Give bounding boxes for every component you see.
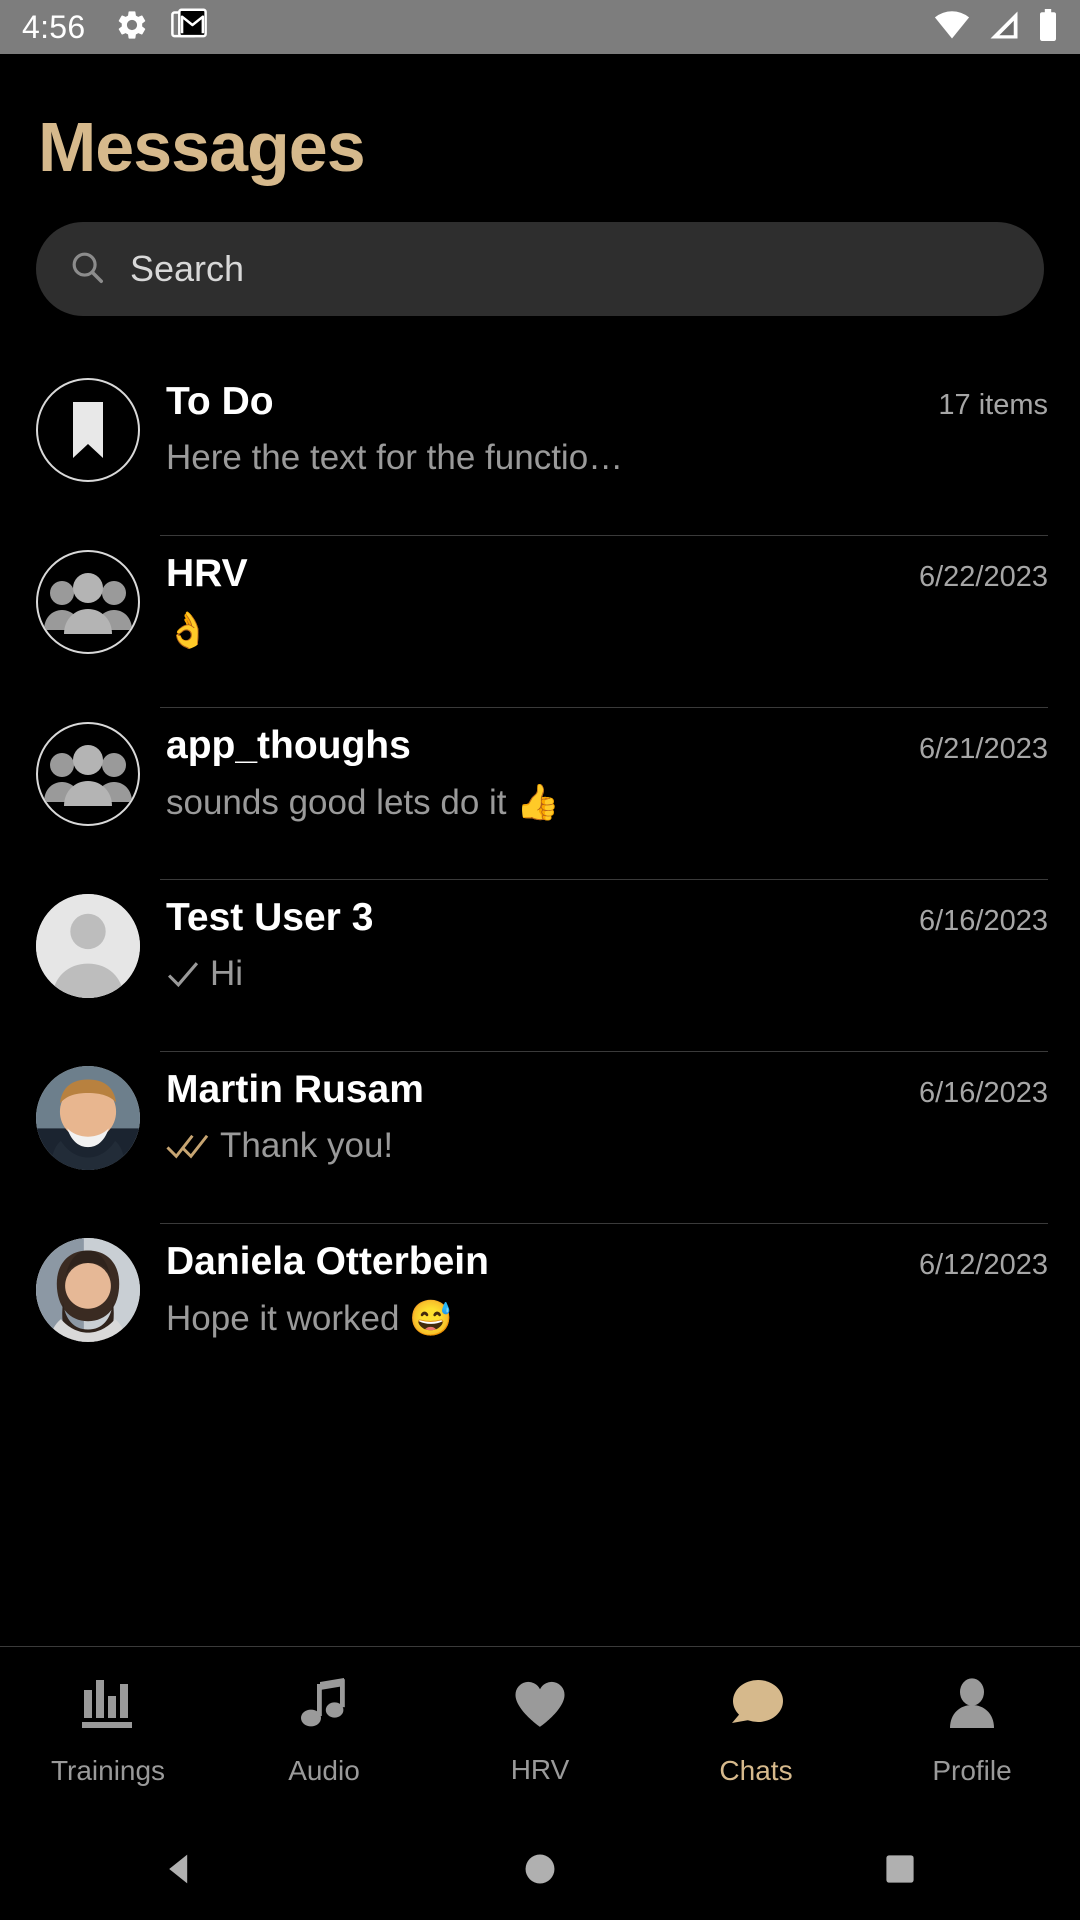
- music-note-icon: [298, 1678, 350, 1735]
- tab-trainings[interactable]: Trainings: [0, 1678, 216, 1787]
- chat-list-item[interactable]: To Do 17 items Here the text for the fun…: [0, 364, 1080, 536]
- chat-meta: 6/16/2023: [918, 905, 1048, 937]
- search-section: Search: [0, 182, 1080, 316]
- chat-name: Martin Rusam: [166, 1068, 424, 1111]
- chat-meta: 17 items: [938, 389, 1048, 421]
- group-avatar: [36, 722, 140, 826]
- chat-meta: 6/16/2023: [918, 1077, 1048, 1109]
- chat-name: app_thoughs: [166, 724, 411, 767]
- chat-preview: Here the text for the functio…: [166, 438, 624, 477]
- recents-square-icon[interactable]: [720, 1853, 1080, 1885]
- bookmark-avatar: [36, 378, 140, 482]
- person-avatar: [36, 894, 140, 998]
- bar-chart-icon: [80, 1678, 136, 1735]
- tab-hrv[interactable]: HRV: [432, 1679, 648, 1786]
- chat-preview: Hi: [210, 954, 244, 993]
- status-bar-clock: 4:56: [22, 8, 86, 45]
- person-icon: [947, 1678, 997, 1735]
- bottom-tab-bar: Trainings Audio HRV Chats Profile: [0, 1646, 1080, 1818]
- group-avatar: [36, 550, 140, 654]
- chat-meta: 6/22/2023: [918, 561, 1048, 593]
- tab-label: Trainings: [50, 1755, 166, 1786]
- messages-screen: 4:56 Messages Search To Do 17 items Here…: [0, 0, 1080, 1920]
- battery-icon: [1038, 8, 1058, 46]
- home-circle-icon[interactable]: [360, 1852, 720, 1886]
- chat-preview: Hope it worked 😅: [166, 1299, 453, 1338]
- chat-name: To Do: [166, 380, 274, 423]
- chat-meta: 6/21/2023: [918, 733, 1048, 765]
- back-triangle-icon[interactable]: [0, 1851, 360, 1887]
- chat-name: Daniela Otterbein: [166, 1240, 489, 1283]
- settings-gear-icon: [115, 8, 149, 47]
- chat-preview: sounds good lets do it 👍: [166, 783, 560, 822]
- photo-avatar: [36, 1066, 140, 1170]
- chat-list-item[interactable]: HRV 6/22/2023 👌: [0, 536, 1080, 708]
- chat-meta: 6/12/2023: [918, 1249, 1048, 1281]
- gmail-icon: [171, 8, 208, 47]
- speech-bubble-icon: [727, 1678, 785, 1735]
- page-title: Messages: [38, 108, 366, 186]
- wifi-icon: [934, 10, 970, 45]
- tab-label: Profile: [932, 1755, 1012, 1786]
- chat-list-item[interactable]: app_thoughs 6/21/2023 sounds good lets d…: [0, 708, 1080, 880]
- double-check-icon: [166, 1132, 210, 1160]
- tab-profile[interactable]: Profile: [864, 1678, 1080, 1787]
- chat-name: HRV: [166, 552, 248, 595]
- chat-list-item[interactable]: Test User 3 6/16/2023 Hi: [0, 880, 1080, 1052]
- tab-label: HRV: [510, 1754, 570, 1785]
- single-check-icon: [166, 960, 200, 988]
- chat-preview: Thank you!: [220, 1126, 394, 1165]
- chat-list-item[interactable]: Martin Rusam 6/16/2023 Thank you!: [0, 1052, 1080, 1224]
- chat-name: Test User 3: [166, 896, 374, 939]
- chat-list: To Do 17 items Here the text for the fun…: [0, 364, 1080, 1396]
- tab-audio[interactable]: Audio: [216, 1678, 432, 1787]
- android-nav-bar: [0, 1818, 1080, 1920]
- chat-preview: 👌: [166, 611, 210, 650]
- search-icon: [68, 248, 106, 291]
- chat-list-item[interactable]: Daniela Otterbein 6/12/2023 Hope it work…: [0, 1224, 1080, 1396]
- tab-label: Chats: [719, 1755, 793, 1786]
- heart-icon: [513, 1679, 567, 1734]
- search-input[interactable]: Search: [36, 222, 1044, 316]
- tab-chats[interactable]: Chats: [648, 1678, 864, 1787]
- tab-label: Audio: [288, 1755, 360, 1786]
- cellular-signal-icon: [987, 10, 1021, 45]
- search-placeholder: Search: [130, 248, 245, 289]
- photo-avatar: [36, 1238, 140, 1342]
- status-bar: 4:56: [0, 0, 1080, 54]
